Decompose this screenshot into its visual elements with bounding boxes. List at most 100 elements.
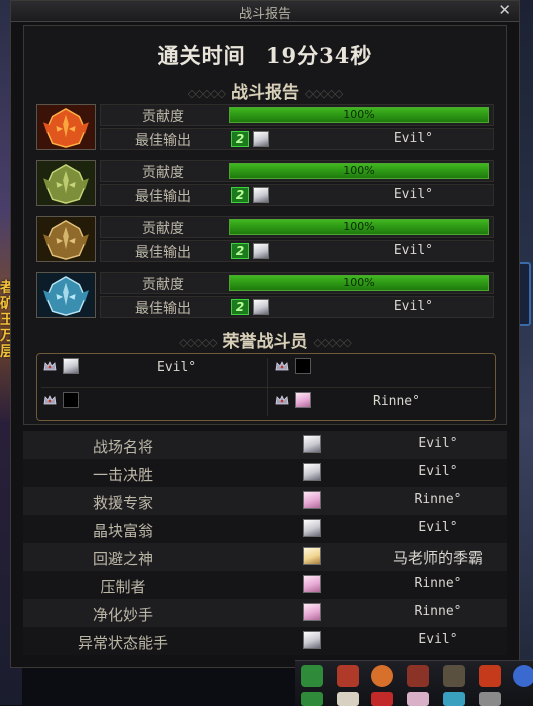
award-player-avatar[interactable]	[303, 547, 321, 565]
member-avatar[interactable]	[295, 392, 311, 408]
boss-row: 贡献度 100% 最佳输出 2 Evil°	[34, 160, 496, 208]
award-row: 救援专家 Rinne°	[23, 487, 507, 515]
contribution-value: 100%	[343, 164, 375, 177]
gold-mask-icon[interactable]	[36, 216, 96, 262]
battle-report-window: 战斗报告 ✕ 通关时间 19分34秒 ◇◇◇◇◇ 战斗报告 ◇◇◇◇◇ 贡献度 10…	[10, 0, 520, 668]
award-row: 战场名将 Evil°	[23, 431, 507, 459]
honor-member: Evil°	[37, 354, 265, 382]
award-player[interactable]: Rinne°	[343, 576, 533, 591]
best-output-player[interactable]: Evil°	[394, 243, 433, 258]
player-avatar[interactable]	[253, 131, 269, 147]
member-avatar[interactable]	[295, 358, 311, 374]
green-mask-icon[interactable]	[36, 160, 96, 206]
report-panel: 通关时间 19分34秒 ◇◇◇◇◇ 战斗报告 ◇◇◇◇◇ 贡献度 100% 最佳输出…	[23, 25, 507, 425]
award-player-avatar[interactable]	[303, 603, 321, 621]
crown-icon	[43, 361, 57, 371]
honor-title: 荣誉战斗员	[222, 332, 308, 352]
award-player[interactable]: Evil°	[343, 464, 533, 479]
globe-icon[interactable]	[513, 665, 533, 687]
award-title: 净化妙手	[92, 606, 153, 624]
award-row: 净化妙手 Rinne°	[23, 599, 507, 627]
award-player[interactable]: 马老师的季霸	[343, 547, 533, 568]
award-player-avatar[interactable]	[303, 519, 321, 537]
boss-row: 贡献度 100% 最佳输出 2 Evil°	[34, 104, 496, 152]
award-row: 异常状态能手 Evil°	[23, 627, 507, 655]
award-player-avatar[interactable]	[303, 575, 321, 593]
close-icon[interactable]: ✕	[498, 1, 511, 19]
best-output-player[interactable]: Evil°	[394, 187, 433, 202]
boss-row: 贡献度 100% 最佳输出 2 Evil°	[34, 216, 496, 264]
honor-members-box: Evil° Rinne°	[36, 353, 496, 421]
award-player[interactable]: Evil°	[343, 632, 533, 647]
ice-mask-icon[interactable]	[36, 272, 96, 318]
calendar-icon[interactable]	[301, 692, 323, 706]
character-icon[interactable]	[407, 692, 429, 706]
award-row: 压制者 Rinne°	[23, 571, 507, 599]
contribution-line: 贡献度 100%	[100, 216, 494, 238]
contribution-progress-bar: 100%	[229, 107, 489, 123]
award-player-avatar[interactable]	[303, 463, 321, 481]
best-output-line: 最佳输出 2 Evil°	[100, 184, 494, 206]
contribution-label: 贡献度	[142, 277, 184, 293]
award-title: 一击决胜	[92, 466, 153, 484]
mail-icon[interactable]	[371, 692, 393, 706]
window-title: 战斗报告	[238, 7, 291, 22]
crown-icon	[275, 361, 289, 371]
award-title: 回避之神	[92, 550, 153, 568]
award-player-avatar[interactable]	[303, 631, 321, 649]
compass-icon[interactable]	[371, 665, 393, 687]
award-player[interactable]: Evil°	[343, 436, 533, 451]
home-icon[interactable]	[301, 665, 323, 687]
best-output-player[interactable]: Evil°	[394, 131, 433, 146]
contribution-progress-bar: 100%	[229, 163, 489, 179]
settings-icon[interactable]	[479, 692, 501, 706]
honor-member-name[interactable]: Rinne°	[373, 394, 420, 409]
award-player[interactable]: Evil°	[343, 520, 533, 535]
pickaxe-icon[interactable]	[443, 665, 465, 687]
award-row: 晶块富翁 Evil°	[23, 515, 507, 543]
award-row: 一击决胜 Evil°	[23, 459, 507, 487]
gift-icon[interactable]	[337, 665, 359, 687]
best-output-label: 最佳输出	[135, 133, 191, 149]
contribution-label: 贡献度	[142, 221, 184, 237]
crystal-icon[interactable]	[443, 692, 465, 706]
ornament-left-icon: ◇◇◇◇◇	[179, 336, 217, 349]
player-avatar[interactable]	[253, 243, 269, 259]
awards-list: 战场名将 Evil° 一击决胜 Evil° 救援专家 Rinne° 晶块富翁 E…	[23, 431, 507, 655]
notepad-icon[interactable]	[337, 692, 359, 706]
taskbar	[295, 660, 533, 706]
clear-time: 通关时间 19分34秒	[24, 40, 506, 70]
contribution-value: 100%	[343, 276, 375, 289]
award-player-avatar[interactable]	[303, 491, 321, 509]
award-title: 晶块富翁	[92, 522, 153, 540]
award-player[interactable]: Rinne°	[343, 604, 533, 619]
award-title: 压制者	[100, 578, 146, 596]
battle-report-header: ◇◇◇◇◇ 战斗报告 ◇◇◇◇◇	[24, 78, 506, 103]
best-output-label: 最佳输出	[135, 189, 191, 205]
honor-member: Rinne°	[269, 388, 497, 416]
contribution-label: 贡献度	[142, 165, 184, 181]
box-icon[interactable]	[407, 665, 429, 687]
best-output-player[interactable]: Evil°	[394, 299, 433, 314]
rank-badge: 2	[231, 187, 249, 203]
award-player[interactable]: Rinne°	[343, 492, 533, 507]
contribution-value: 100%	[343, 220, 375, 233]
player-avatar[interactable]	[253, 187, 269, 203]
award-title: 异常状态能手	[77, 634, 168, 652]
contribution-label: 贡献度	[142, 109, 184, 125]
honor-member-name[interactable]: Evil°	[157, 360, 196, 375]
award-player-avatar[interactable]	[303, 435, 321, 453]
clear-time-value: 19分34秒	[265, 43, 373, 68]
member-avatar[interactable]	[63, 358, 79, 374]
battle-icon[interactable]	[479, 665, 501, 687]
player-avatar[interactable]	[253, 299, 269, 315]
honor-member	[269, 354, 497, 382]
best-output-label: 最佳输出	[135, 301, 191, 317]
fire-mask-icon[interactable]	[36, 104, 96, 150]
award-title: 战场名将	[92, 438, 153, 456]
best-output-line: 最佳输出 2 Evil°	[100, 296, 494, 318]
award-title: 救援专家	[92, 494, 153, 512]
member-avatar[interactable]	[63, 392, 79, 408]
contribution-line: 贡献度 100%	[100, 104, 494, 126]
ornament-right-icon: ◇◇◇◇◇	[305, 87, 343, 100]
